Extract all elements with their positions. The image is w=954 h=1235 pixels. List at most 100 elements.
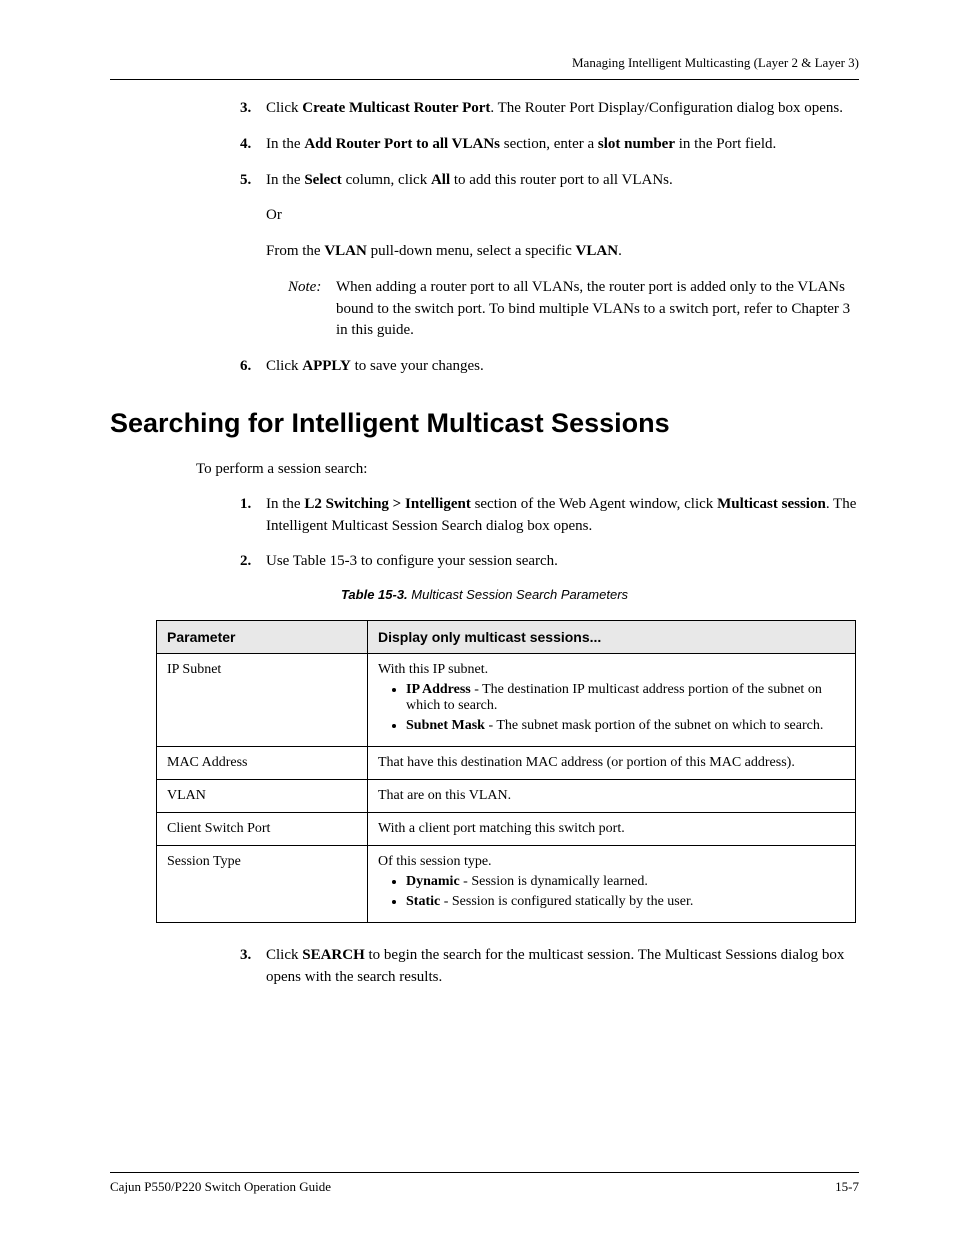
step-number: 6.: [240, 356, 266, 378]
step-number: 5.: [240, 170, 266, 192]
ui-label: SEARCH: [302, 947, 365, 963]
step-text: In the Add Router Port to all VLANs sect…: [266, 134, 859, 156]
step-text: Click APPLY to save your changes.: [266, 356, 859, 378]
text: . The Router Port Display/Configuration …: [490, 100, 843, 116]
step-text: Use Table 15-3 to configure your session…: [266, 551, 859, 573]
text: Click: [266, 100, 302, 116]
param-desc: That have this destination MAC address (…: [368, 747, 856, 780]
ui-label: APPLY: [302, 358, 351, 374]
ui-label: VLAN: [576, 243, 619, 259]
intro-text: To perform a session search:: [196, 461, 859, 478]
table-row: Session Type Of this session type. Dynam…: [157, 846, 856, 923]
ui-label: Select: [304, 172, 341, 188]
step-number: 4.: [240, 134, 266, 156]
table-header-row: Parameter Display only multicast session…: [157, 621, 856, 654]
text: section, enter a: [500, 136, 598, 152]
text: In the: [266, 496, 304, 512]
text: In the: [266, 136, 304, 152]
list-item: Dynamic - Session is dynamically learned…: [406, 874, 845, 890]
ui-label: All: [431, 172, 450, 188]
text: With this IP subnet.: [378, 662, 488, 677]
step-3: 3. Click Create Multicast Router Port. T…: [240, 98, 859, 120]
step-number: 2.: [240, 551, 266, 573]
text: section of the Web Agent window, click: [471, 496, 717, 512]
page-number: 15-7: [835, 1179, 859, 1195]
text: Click: [266, 358, 302, 374]
text: Or: [266, 205, 859, 227]
note: Note: When adding a router port to all V…: [288, 277, 859, 342]
text: to add this router port to all VLANs.: [450, 172, 673, 188]
step-number: 1.: [240, 494, 266, 538]
text: Click: [266, 947, 302, 963]
note-text: When adding a router port to all VLANs, …: [336, 277, 859, 342]
step-5-alt: From the VLAN pull-down menu, select a s…: [240, 241, 859, 263]
term: Dynamic: [406, 874, 460, 889]
text: - Session is configured statically by th…: [440, 894, 693, 909]
text: pull-down menu, select a specific: [367, 243, 576, 259]
param-name: Session Type: [157, 846, 368, 923]
table-row: VLAN That are on this VLAN.: [157, 780, 856, 813]
params-table: Parameter Display only multicast session…: [156, 620, 856, 923]
ui-label: slot number: [598, 136, 675, 152]
spacer: [240, 205, 266, 227]
step-text: Click Create Multicast Router Port. The …: [266, 98, 859, 120]
param-name: Client Switch Port: [157, 813, 368, 846]
text: Of this session type.: [378, 854, 492, 869]
term: Subnet Mask: [406, 718, 485, 733]
caption-title: Multicast Session Search Parameters: [411, 587, 628, 602]
list-item: Subnet Mask - The subnet mask portion of…: [406, 718, 845, 734]
ui-label: Multicast session: [717, 496, 826, 512]
step-6: 6. Click APPLY to save your changes.: [240, 356, 859, 378]
text: From the: [266, 243, 324, 259]
ui-label: VLAN: [324, 243, 367, 259]
page-header: Managing Intelligent Multicasting (Layer…: [110, 55, 859, 71]
header-rule: [110, 79, 859, 80]
step-b2: 2. Use Table 15-3 to configure your sess…: [240, 551, 859, 573]
page-footer: Cajun P550/P220 Switch Operation Guide 1…: [110, 1166, 859, 1196]
spacer: [240, 241, 266, 263]
sub-list: IP Address - The destination IP multicas…: [378, 682, 845, 734]
ui-label: Create Multicast Router Port: [302, 100, 490, 116]
param-desc: Of this session type. Dynamic - Session …: [368, 846, 856, 923]
step-number: 3.: [240, 98, 266, 120]
list-item: IP Address - The destination IP multicas…: [406, 682, 845, 714]
param-desc: With this IP subnet. IP Address - The de…: [368, 654, 856, 747]
text: - Session is dynamically learned.: [460, 874, 648, 889]
caption-number: Table 15-3.: [341, 587, 411, 602]
text: In the: [266, 172, 304, 188]
sub-list: Dynamic - Session is dynamically learned…: [378, 874, 845, 910]
term: Static: [406, 894, 440, 909]
text: column, click: [342, 172, 431, 188]
step-b3: 3. Click SEARCH to begin the search for …: [240, 945, 859, 989]
step-text: In the L2 Switching > Intelligent sectio…: [266, 494, 859, 538]
text: - The subnet mask portion of the subnet …: [485, 718, 823, 733]
table-row: Client Switch Port With a client port ma…: [157, 813, 856, 846]
step-text: Click SEARCH to begin the search for the…: [266, 945, 859, 989]
step-number: 3.: [240, 945, 266, 989]
ui-label: L2 Switching > Intelligent: [304, 496, 470, 512]
table-row: IP Subnet With this IP subnet. IP Addres…: [157, 654, 856, 747]
col-parameter: Parameter: [157, 621, 368, 654]
param-name: VLAN: [157, 780, 368, 813]
param-desc: With a client port matching this switch …: [368, 813, 856, 846]
step-b1: 1. In the L2 Switching > Intelligent sec…: [240, 494, 859, 538]
text: to save your changes.: [351, 358, 484, 374]
param-name: IP Subnet: [157, 654, 368, 747]
col-description: Display only multicast sessions...: [368, 621, 856, 654]
param-name: MAC Address: [157, 747, 368, 780]
step-text: From the VLAN pull-down menu, select a s…: [266, 241, 859, 263]
footer-rule: [110, 1172, 859, 1173]
table-caption: Table 15-3. Multicast Session Search Par…: [110, 587, 859, 602]
note-label: Note:: [288, 277, 336, 342]
footer-left: Cajun P550/P220 Switch Operation Guide: [110, 1179, 331, 1195]
step-5: 5. In the Select column, click All to ad…: [240, 170, 859, 192]
or-line: Or: [240, 205, 859, 227]
term: IP Address: [406, 682, 471, 697]
step-4: 4. In the Add Router Port to all VLANs s…: [240, 134, 859, 156]
ui-label: Add Router Port to all VLANs: [304, 136, 500, 152]
step-text: In the Select column, click All to add t…: [266, 170, 859, 192]
table-row: MAC Address That have this destination M…: [157, 747, 856, 780]
text: .: [618, 243, 622, 259]
text: in the Port field.: [675, 136, 776, 152]
param-desc: That are on this VLAN.: [368, 780, 856, 813]
